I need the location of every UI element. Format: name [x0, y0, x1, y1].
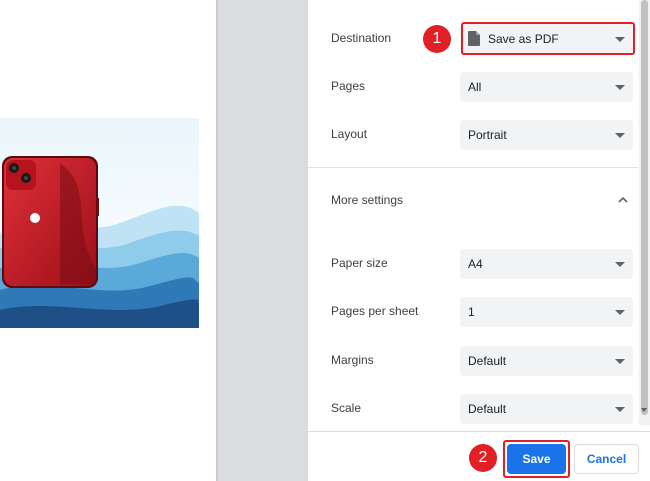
- pages-select[interactable]: All: [460, 72, 633, 102]
- margins-label: Margins: [331, 353, 374, 367]
- caret-down-icon: [615, 359, 625, 364]
- preview-background: [218, 0, 308, 481]
- destination-highlight: [461, 22, 635, 55]
- layout-row: Layout Portrait: [308, 120, 638, 150]
- scale-select[interactable]: Default: [460, 394, 633, 424]
- more-settings-label: More settings: [331, 193, 404, 207]
- layout-select[interactable]: Portrait: [460, 120, 633, 150]
- scroll-down-arrow-icon[interactable]: [641, 408, 647, 412]
- scale-row: Scale Default: [308, 394, 638, 424]
- paper-size-label: Paper size: [331, 256, 388, 270]
- caret-down-icon: [615, 407, 625, 412]
- scrollbar-thumb[interactable]: [641, 0, 648, 415]
- step-1-badge: 1: [423, 25, 451, 53]
- caret-down-icon: [615, 310, 625, 315]
- margins-row: Margins Default: [308, 346, 638, 376]
- scale-label: Scale: [331, 401, 362, 415]
- pages-per-sheet-label: Pages per sheet: [331, 304, 419, 318]
- pages-value: All: [468, 80, 482, 94]
- scale-value: Default: [468, 402, 507, 416]
- pages-label: Pages: [331, 79, 366, 93]
- pages-per-sheet-row: Pages per sheet 1: [308, 297, 638, 327]
- cancel-button[interactable]: Cancel: [574, 444, 639, 474]
- pages-row: Pages All: [308, 72, 638, 102]
- layout-label: Layout: [331, 127, 368, 141]
- paper-size-select[interactable]: A4: [460, 249, 633, 279]
- preview-page-image: [0, 118, 199, 328]
- print-preview-pane: [0, 0, 217, 481]
- caret-down-icon: [615, 85, 625, 90]
- pages-per-sheet-select[interactable]: 1: [460, 297, 633, 327]
- caret-down-icon: [615, 133, 625, 138]
- print-settings-panel: Destination Save as PDF Pages All Layout…: [308, 0, 650, 481]
- paper-size-row: Paper size A4: [308, 249, 638, 279]
- save-highlight: [503, 440, 570, 478]
- chevron-up-icon[interactable]: [617, 194, 629, 206]
- caret-down-icon: [615, 262, 625, 267]
- paper-size-value: A4: [468, 257, 483, 271]
- footer-divider: [308, 431, 650, 432]
- more-settings-toggle[interactable]: More settings: [308, 186, 638, 216]
- pages-per-sheet-value: 1: [468, 305, 475, 319]
- margins-value: Default: [468, 354, 507, 368]
- layout-value: Portrait: [468, 128, 507, 142]
- section-divider: [308, 167, 638, 168]
- step-2-badge: 2: [469, 444, 497, 472]
- margins-select[interactable]: Default: [460, 346, 633, 376]
- destination-label: Destination: [331, 31, 392, 45]
